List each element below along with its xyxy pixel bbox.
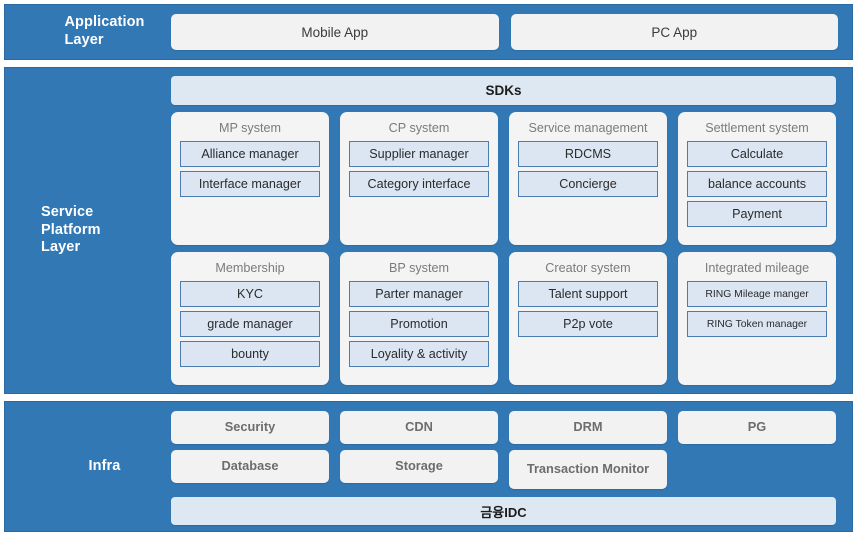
infra-box-cdn[interactable]: CDN	[340, 411, 498, 444]
card-title: BP system	[389, 261, 449, 275]
infra-layer-label-line1: Infra	[88, 457, 121, 474]
infra-box-database[interactable]: Database	[171, 450, 329, 483]
infra-column-drm: DRM Transaction Monitor	[509, 411, 667, 489]
infra-column-cdn: CDN Storage	[340, 411, 498, 489]
infra-box-transaction-monitor[interactable]: Transaction Monitor	[509, 450, 667, 489]
app-box-pc[interactable]: PC App	[510, 14, 838, 50]
sub-item[interactable]: P2p vote	[518, 311, 658, 337]
sub-item[interactable]: Concierge	[518, 171, 658, 197]
card-items: Calculate balance accounts Payment	[687, 141, 827, 227]
infra-layer-body: Security Database CDN Storage DRM Transa…	[168, 402, 852, 531]
card-title: Integrated mileage	[704, 261, 810, 275]
card-items: KYC grade manager bounty	[180, 281, 320, 367]
infra-column-security: Security Database	[171, 411, 329, 489]
sub-item[interactable]: Calculate	[687, 141, 827, 167]
service-platform-layer-label: Service Platform Layer	[5, 68, 168, 393]
card-title: CP system	[388, 121, 450, 135]
application-layer-label: Application Layer	[5, 5, 168, 59]
sub-item[interactable]: Promotion	[349, 311, 489, 337]
card-cp-system[interactable]: CP system Supplier manager Category inte…	[340, 112, 498, 245]
card-items: Supplier manager Category interface	[349, 141, 489, 197]
infra-box-storage[interactable]: Storage	[340, 450, 498, 483]
idc-bar[interactable]: 금융IDC	[171, 497, 836, 525]
application-layer-body: Mobile App PC App	[168, 5, 852, 59]
card-items: RING Mileage manger RING Token manager	[687, 281, 827, 337]
card-title: Service management	[528, 121, 648, 135]
sub-item[interactable]: grade manager	[180, 311, 320, 337]
card-mp-system[interactable]: MP system Alliance manager Interface man…	[171, 112, 329, 245]
card-membership[interactable]: Membership KYC grade manager bounty	[171, 252, 329, 385]
service-platform-layer-label-line1: Service	[41, 203, 94, 220]
service-card-row-1: MP system Alliance manager Interface man…	[171, 112, 836, 245]
infra-column-pg: PG	[678, 411, 836, 489]
card-bp-system[interactable]: BP system Parter manager Promotion Loyal…	[340, 252, 498, 385]
card-title: Settlement system	[705, 121, 809, 135]
infra-box-security[interactable]: Security	[171, 411, 329, 444]
card-items: Parter manager Promotion Loyality & acti…	[349, 281, 489, 367]
sub-item[interactable]: Parter manager	[349, 281, 489, 307]
application-layer-label-line2: Layer	[64, 32, 104, 48]
card-items: Alliance manager Interface manager	[180, 141, 320, 197]
card-title: Membership	[215, 261, 285, 275]
sub-item[interactable]: Category interface	[349, 171, 489, 197]
sub-item[interactable]: Interface manager	[180, 171, 320, 197]
sub-item[interactable]: RDCMS	[518, 141, 658, 167]
sub-item[interactable]: KYC	[180, 281, 320, 307]
sub-item[interactable]: RING Mileage manger	[687, 281, 827, 307]
card-settlement-system[interactable]: Settlement system Calculate balance acco…	[678, 112, 836, 245]
architecture-diagram: Application Layer Mobile App PC App Serv…	[0, 0, 857, 538]
application-layer-label-line1: Application	[64, 14, 145, 31]
infra-layer-label: Infra	[5, 402, 168, 531]
infra-box-pg[interactable]: PG	[678, 411, 836, 444]
sub-item[interactable]: Supplier manager	[349, 141, 489, 167]
sub-item[interactable]: Talent support	[518, 281, 658, 307]
sdks-bar[interactable]: SDKs	[171, 76, 836, 105]
infra-box-drm[interactable]: DRM	[509, 411, 667, 444]
service-platform-layer: Service Platform Layer SDKs MP system Al…	[4, 67, 853, 394]
card-items: Talent support P2p vote	[518, 281, 658, 337]
card-title: Creator system	[545, 261, 631, 275]
service-platform-layer-label-line2: Platform	[41, 221, 101, 238]
service-platform-layer-body: SDKs MP system Alliance manager Interfac…	[168, 68, 852, 393]
sub-item[interactable]: bounty	[180, 341, 320, 367]
sub-item[interactable]: RING Token manager	[687, 311, 827, 337]
card-title: MP system	[218, 121, 282, 135]
infra-box-placeholder	[678, 450, 836, 483]
sub-item[interactable]: balance accounts	[687, 171, 827, 197]
sub-item[interactable]: Alliance manager	[180, 141, 320, 167]
infra-grid: Security Database CDN Storage DRM Transa…	[171, 411, 836, 489]
application-layer: Application Layer Mobile App PC App	[4, 4, 853, 60]
app-box-mobile[interactable]: Mobile App	[171, 14, 499, 50]
card-items: RDCMS Concierge	[518, 141, 658, 197]
card-integrated-mileage[interactable]: Integrated mileage RING Mileage manger R…	[678, 252, 836, 385]
infra-layer: Infra Security Database CDN Storage DRM …	[4, 401, 853, 532]
card-service-management[interactable]: Service management RDCMS Concierge	[509, 112, 667, 245]
service-platform-layer-label-line3: Layer	[41, 239, 81, 256]
sub-item[interactable]: Loyality & activity	[349, 341, 489, 367]
sub-item[interactable]: Payment	[687, 201, 827, 227]
service-card-row-2: Membership KYC grade manager bounty BP s…	[171, 252, 836, 385]
card-creator-system[interactable]: Creator system Talent support P2p vote	[509, 252, 667, 385]
